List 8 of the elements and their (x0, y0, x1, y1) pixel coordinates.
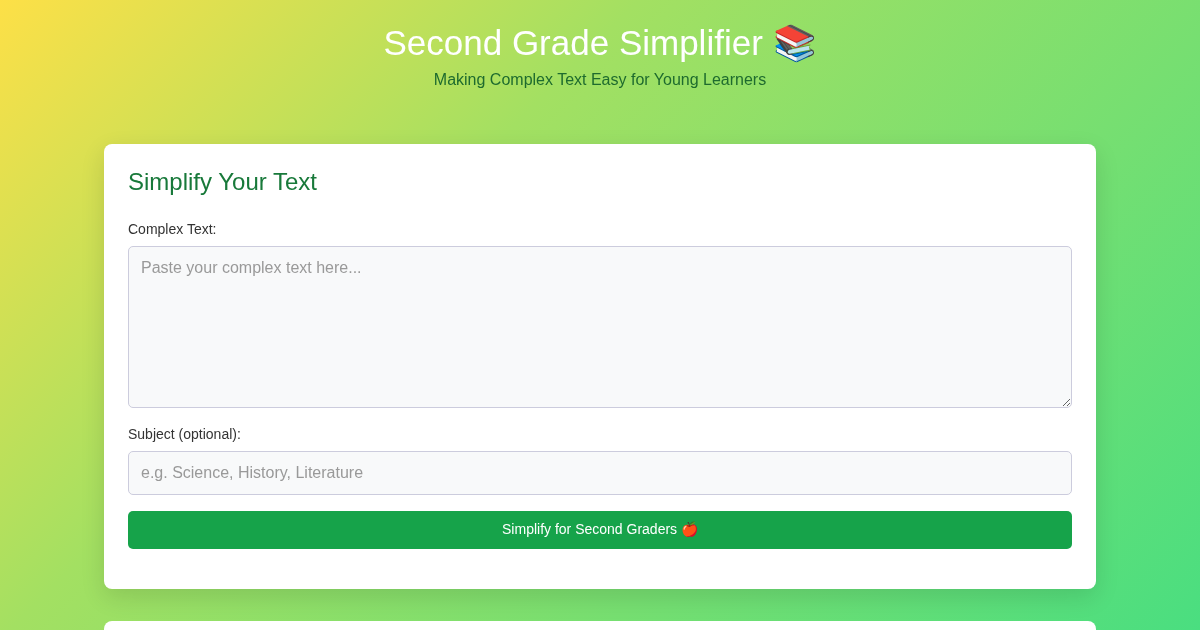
input-field[interactable]: e.g. Science, History, Literature (128, 450, 1072, 495)
page-title: Second Grade Simplifier 📚 (382, 22, 818, 64)
simplify-button[interactable]: Simplify for Second Graders 🍎 (128, 510, 1072, 549)
field-label: Subject (optional): (128, 424, 242, 444)
text-area[interactable]: Paste your complex text here... (128, 245, 1072, 408)
field-label: Complex Text: (128, 219, 218, 239)
page-subtitle: Making Complex Text Easy for Young Learners (432, 70, 768, 90)
card-heading: Simplify Your Text (128, 168, 318, 197)
